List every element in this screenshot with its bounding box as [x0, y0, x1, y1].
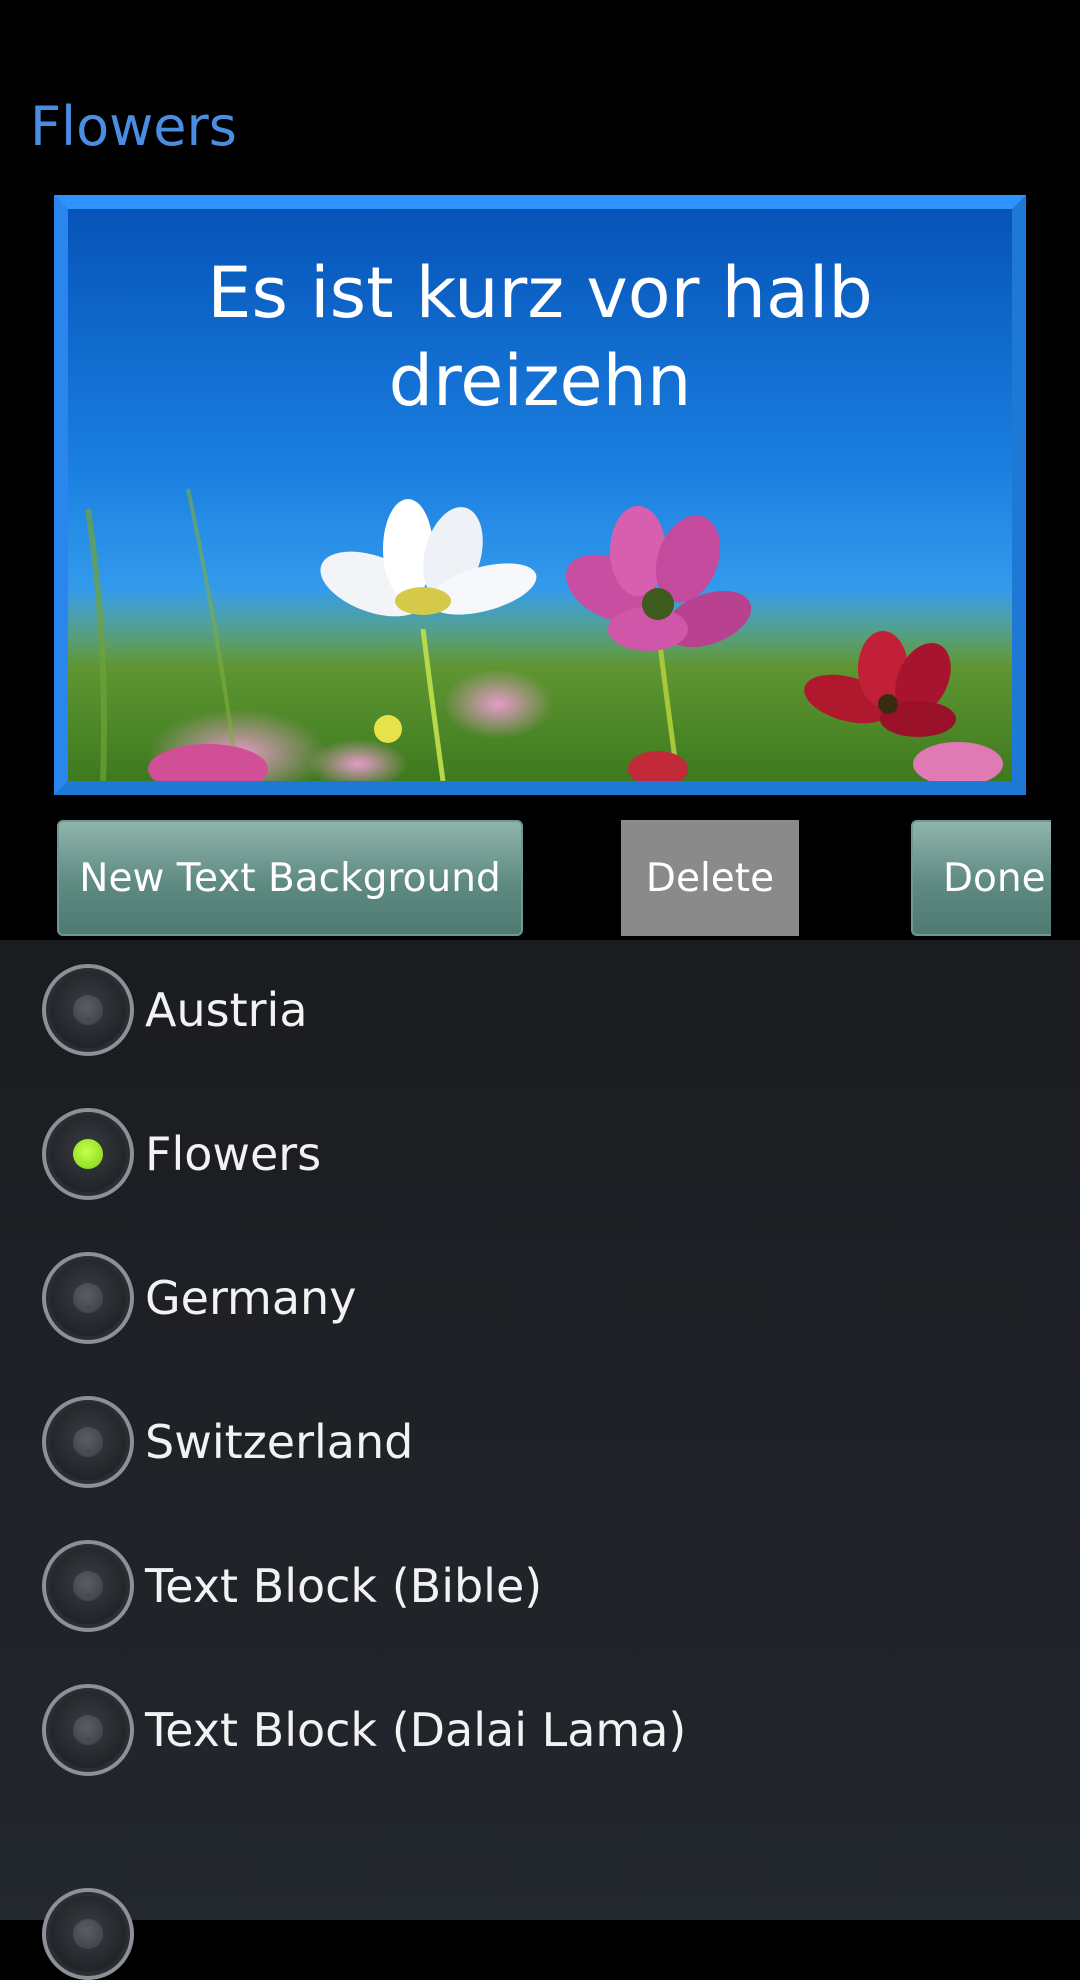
delete-button[interactable]: Delete: [621, 820, 799, 936]
page-title: Flowers: [30, 95, 237, 158]
radio-button[interactable]: [42, 1252, 134, 1344]
radio-button[interactable]: [42, 1396, 134, 1488]
radio-indicator: [73, 1283, 103, 1313]
radio-indicator: [73, 1919, 103, 1949]
radio-button[interactable]: [42, 1684, 134, 1776]
radio-indicator: [73, 995, 103, 1025]
radio-button[interactable]: [42, 1540, 134, 1632]
radio-indicator: [73, 1139, 103, 1169]
background-list: Austria Flowers Germany Switzerland Text…: [0, 940, 1080, 1980]
radio-button[interactable]: [42, 1888, 134, 1980]
new-text-background-button[interactable]: New Text Background: [57, 820, 523, 936]
action-buttons: New Text Background Delete Done: [0, 820, 1080, 940]
list-item-label: Flowers: [145, 1127, 322, 1181]
list-item-partial[interactable]: [0, 1804, 1080, 1980]
list-item-label: Austria: [145, 983, 308, 1037]
list-item-text-block-dalai-lama[interactable]: Text Block (Dalai Lama): [0, 1660, 1080, 1800]
radio-button[interactable]: [42, 964, 134, 1056]
list-item-flowers[interactable]: Flowers: [0, 1084, 1080, 1224]
list-item-label: Text Block (Dalai Lama): [145, 1703, 687, 1757]
radio-indicator: [73, 1571, 103, 1601]
preview-text: Es ist kurz vor halb dreizehn: [207, 252, 873, 422]
radio-indicator: [73, 1427, 103, 1457]
list-item-germany[interactable]: Germany: [0, 1228, 1080, 1368]
list-item-austria[interactable]: Austria: [0, 940, 1080, 1080]
radio-indicator: [73, 1715, 103, 1745]
list-item-label: Text Block (Bible): [145, 1559, 543, 1613]
background-preview: Es ist kurz vor halb dreizehn: [54, 195, 1026, 795]
list-item-text-block-bible[interactable]: Text Block (Bible): [0, 1516, 1080, 1656]
list-item-label: Germany: [145, 1271, 357, 1325]
header-area: Flowers Es ist kurz vor halb dreizehn: [0, 0, 1080, 800]
list-item-switzerland[interactable]: Switzerland: [0, 1372, 1080, 1512]
list-item-label: Switzerland: [145, 1415, 414, 1469]
done-button[interactable]: Done: [911, 820, 1051, 936]
radio-button[interactable]: [42, 1108, 134, 1200]
